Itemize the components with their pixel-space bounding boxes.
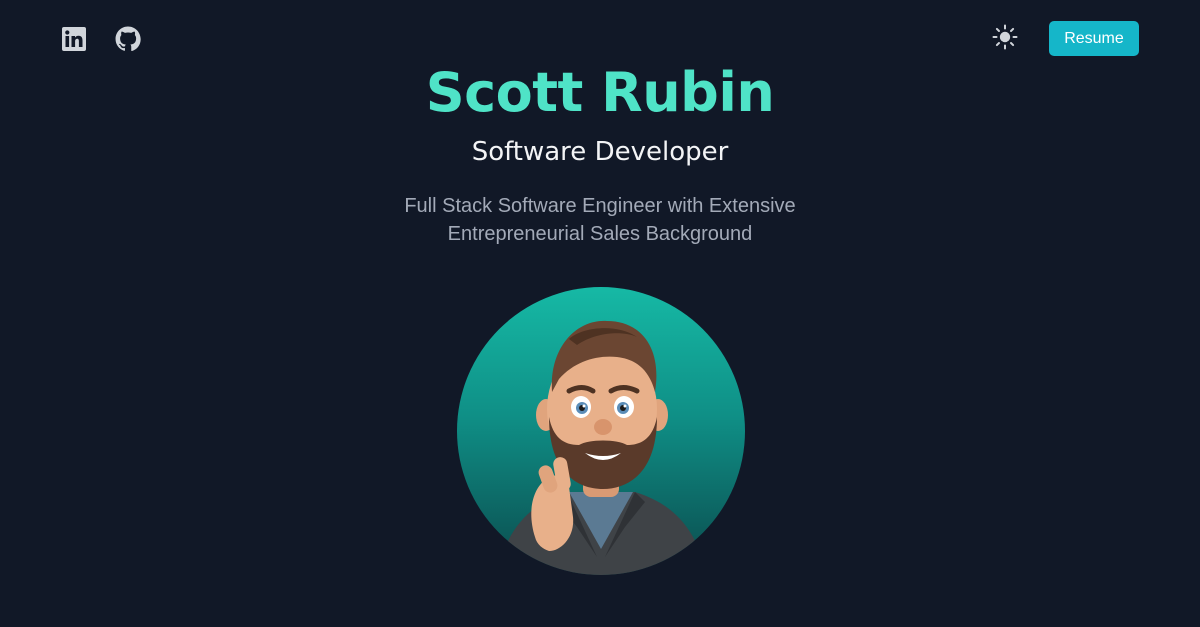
github-link[interactable] bbox=[115, 26, 141, 52]
job-title: Software Developer bbox=[471, 137, 729, 167]
sun-icon bbox=[992, 24, 1018, 55]
avatar bbox=[457, 287, 745, 575]
github-icon bbox=[115, 26, 141, 52]
tagline: Full Stack Software Engineer with Extens… bbox=[404, 195, 796, 245]
theme-toggle[interactable] bbox=[992, 24, 1018, 55]
page-title: Scott Rubin bbox=[425, 61, 775, 124]
memoji-avatar-image bbox=[497, 320, 707, 575]
linkedin-icon bbox=[62, 27, 86, 51]
linkedin-link[interactable] bbox=[61, 26, 87, 52]
resume-button[interactable]: Resume bbox=[1049, 21, 1139, 56]
